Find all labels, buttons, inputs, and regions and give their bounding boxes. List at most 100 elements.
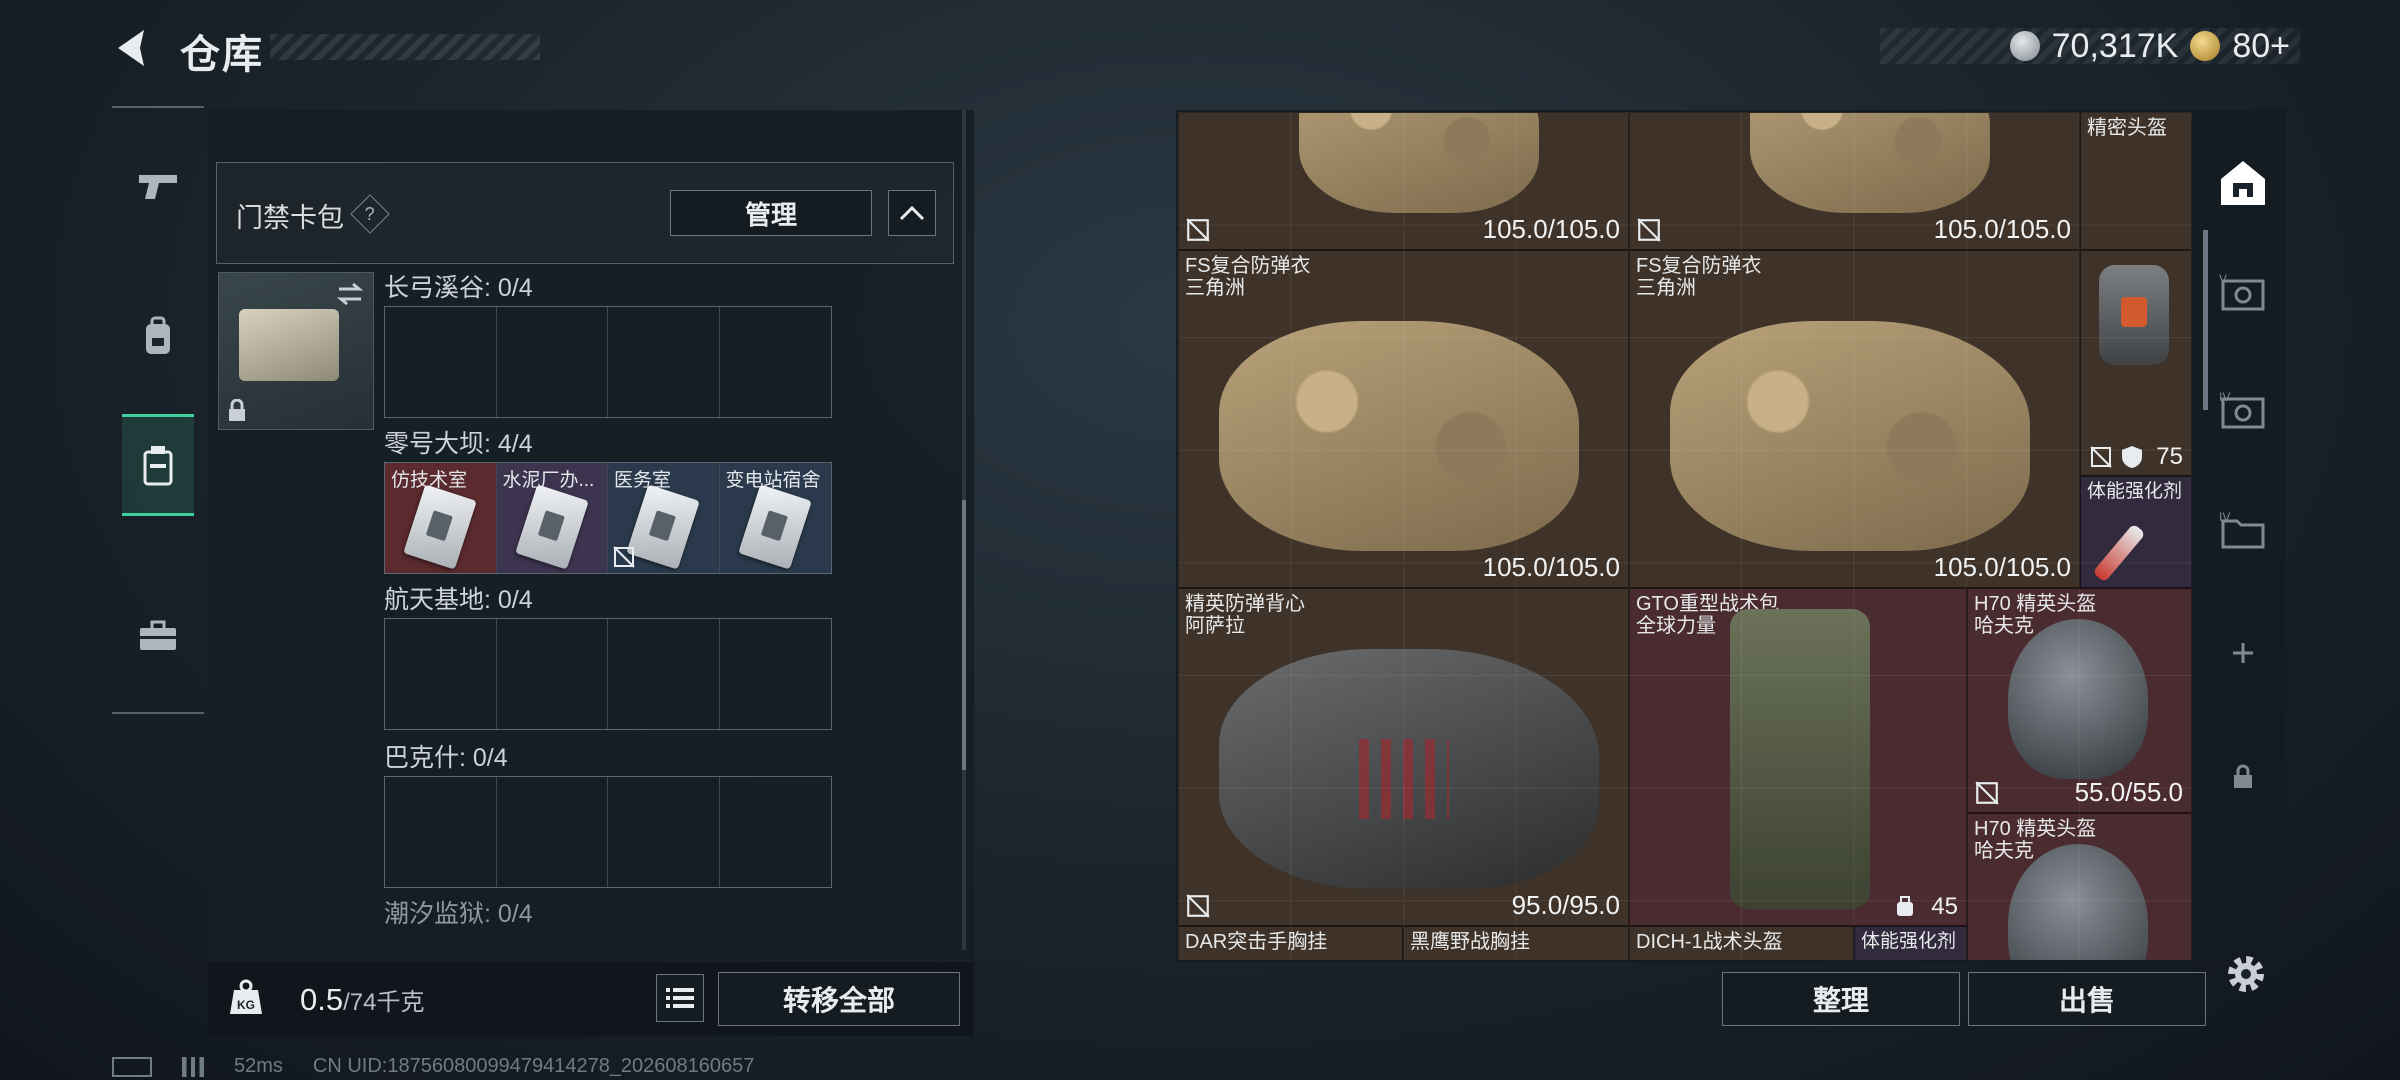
left-scroll-thumb[interactable] xyxy=(962,500,966,770)
stash-item[interactable]: DICH-1战术头盔 xyxy=(1629,926,1854,960)
gadget-image xyxy=(2099,265,2169,365)
svg-text:V: V xyxy=(2219,272,2227,286)
stash-item[interactable]: 75 xyxy=(2080,250,2192,476)
rail-equipment[interactable] xyxy=(122,288,194,384)
stash-item[interactable]: H70 精英头盔 哈夫克 xyxy=(1967,813,2192,960)
toolbox-icon xyxy=(140,620,176,650)
stash-item[interactable]: 精密头盔 xyxy=(2080,112,2192,250)
list-icon xyxy=(666,988,694,1008)
keycard-image xyxy=(403,484,477,570)
weight-icon: KG xyxy=(230,979,262,1014)
collapse-button[interactable] xyxy=(888,190,936,236)
signal-icon xyxy=(182,1056,204,1077)
transfer-all-button[interactable]: 转移全部 xyxy=(718,972,960,1026)
card-slot[interactable] xyxy=(608,777,720,887)
swap-icon[interactable] xyxy=(335,281,365,307)
rail-weapons[interactable] xyxy=(122,138,194,234)
gold-amount: 80+ xyxy=(2232,26,2290,65)
list-view-button[interactable] xyxy=(656,974,704,1022)
status-line: 52ms CN UID:18756080099479414278_2026081… xyxy=(112,1055,754,1078)
ping: 52ms xyxy=(234,1055,283,1077)
armor-image xyxy=(1750,113,1990,213)
plus-icon xyxy=(2233,643,2253,663)
stash-tab-4[interactable]: IV xyxy=(2208,376,2278,446)
page-title: 仓库 xyxy=(180,33,264,77)
no-sell-icon xyxy=(1637,218,1661,242)
card-slot[interactable] xyxy=(720,777,832,887)
zone-label: 巴克什: 0/4 xyxy=(384,744,508,772)
keycard-image xyxy=(514,484,589,570)
zone-slots: 仿技术室 水泥厂办... 医务室 变电站宿舍 xyxy=(384,462,832,574)
stash-tab-main[interactable] xyxy=(2208,148,2278,218)
back-arrow-icon[interactable] xyxy=(110,26,154,70)
vest-image xyxy=(1219,649,1599,889)
no-sell-icon xyxy=(1186,218,1210,242)
keycard-slot[interactable]: 变电站宿舍 xyxy=(719,463,831,573)
stash-item[interactable]: 105.0/105.0 xyxy=(1178,112,1629,250)
stash-item[interactable]: DAR突击手胸挂 xyxy=(1178,926,1403,960)
zone-label: 潮汐监狱: 0/4 xyxy=(384,900,533,928)
stash-item[interactable]: 体能强化剂 xyxy=(1854,926,1967,960)
shield-icon xyxy=(2122,446,2142,468)
stash-item[interactable]: GTO重型战术包 全球力量 45 xyxy=(1629,588,1967,926)
locked-stash-slot[interactable] xyxy=(2208,742,2278,812)
gold-coin-icon xyxy=(2190,31,2221,61)
card-slot[interactable] xyxy=(385,619,497,729)
card-slot[interactable] xyxy=(720,619,832,729)
stash-item[interactable]: 105.0/105.0 xyxy=(1629,112,2080,250)
chevron-up-icon xyxy=(899,205,925,221)
card-slot[interactable] xyxy=(608,619,720,729)
sort-button[interactable]: 整理 xyxy=(1722,972,1960,1026)
keycard-slot[interactable]: 医务室 xyxy=(608,463,720,573)
weight-value: 0.5/74千克 xyxy=(300,982,425,1017)
armor-image xyxy=(1670,321,2030,551)
card-slot[interactable] xyxy=(385,307,497,417)
backpack-icon xyxy=(146,316,170,354)
manage-button[interactable]: 管理 xyxy=(670,190,872,236)
backpack-image xyxy=(1730,609,1870,909)
stash-grid: 105.0/105.0 105.0/105.0 精密头盔 FS复合防弹衣 三角洲… xyxy=(1178,112,2192,960)
no-sell-icon xyxy=(1186,894,1210,918)
armor-image xyxy=(1219,321,1579,551)
card-slot[interactable] xyxy=(608,307,720,417)
armor-image xyxy=(1299,113,1539,213)
silver-amount: 70,317K xyxy=(2051,26,2179,65)
card-slot[interactable] xyxy=(497,619,608,729)
title-decoration xyxy=(270,34,540,60)
lock-icon xyxy=(229,399,245,421)
stash-tab-5[interactable]: V xyxy=(2208,258,2278,328)
stash-item[interactable]: 黑鹰野战胸挂 xyxy=(1403,926,1629,960)
home-box-icon xyxy=(2221,161,2265,205)
silver-coin-icon xyxy=(2009,31,2040,61)
rail-items[interactable] xyxy=(122,588,194,684)
stash-box-icon: IV xyxy=(2219,390,2265,429)
stash-box-icon: V xyxy=(2219,272,2265,311)
stash-item[interactable]: 体能强化剂 xyxy=(2080,476,2192,588)
keycard-slot[interactable]: 仿技术室 xyxy=(385,463,497,573)
card-slot[interactable] xyxy=(385,777,497,887)
card-slot[interactable] xyxy=(497,777,608,887)
add-stash-button[interactable] xyxy=(2208,618,2278,688)
rail-cardpack[interactable] xyxy=(122,414,194,516)
pistol-icon xyxy=(139,175,177,199)
zone-label: 零号大坝: 4/4 xyxy=(384,430,533,458)
stash-item[interactable]: 精英防弹背心 阿萨拉 95.0/95.0 xyxy=(1178,588,1629,926)
keycard-slot[interactable]: 水泥厂办... xyxy=(496,463,608,573)
keycard-image xyxy=(626,484,700,570)
gear-icon[interactable] xyxy=(2222,950,2270,998)
category-rail xyxy=(112,106,204,714)
stash-item[interactable]: FS复合防弹衣 三角洲 105.0/105.0 xyxy=(1629,250,2080,588)
sell-button[interactable]: 出售 xyxy=(1968,972,2206,1026)
card-slot[interactable] xyxy=(497,307,608,417)
folder-icon: IV xyxy=(2219,510,2265,549)
stash-item[interactable]: H70 精英头盔 哈夫克 55.0/55.0 xyxy=(1967,588,2192,813)
stash-item[interactable]: FS复合防弹衣 三角洲 105.0/105.0 xyxy=(1178,250,1629,588)
card-slot[interactable] xyxy=(720,307,832,417)
zone-slots xyxy=(384,306,832,418)
keycard-case-icon xyxy=(143,446,173,486)
zone-slots xyxy=(384,776,832,888)
cardpack-item[interactable] xyxy=(218,272,374,430)
capacity-icon xyxy=(1897,896,1913,916)
no-sell-icon xyxy=(1975,781,1999,805)
stash-tab-4b[interactable]: IV xyxy=(2208,496,2278,566)
